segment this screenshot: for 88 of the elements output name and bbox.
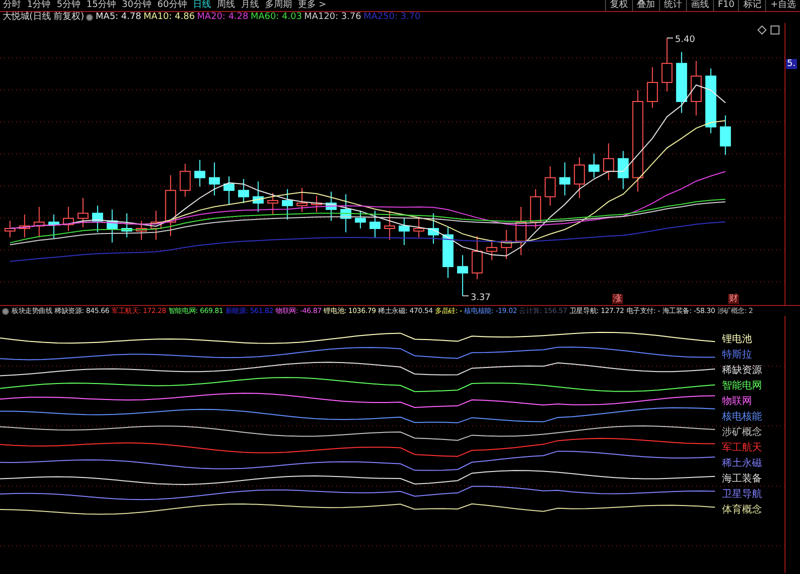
candle (340, 194, 352, 233)
candle (34, 206, 45, 238)
candle (413, 216, 424, 238)
sector-curve-label: 稀土永磁 (722, 458, 762, 469)
candle (442, 226, 454, 279)
high-price-label: 5.40 (675, 35, 696, 45)
settings-icon[interactable] (2, 308, 10, 316)
low-price-label: 3.37 (470, 292, 491, 303)
candle (428, 212, 439, 244)
sector-curve-label: 涉矿概念 (722, 427, 762, 438)
period-tab[interactable]: 15分钟 (83, 0, 119, 11)
candle (662, 38, 672, 92)
ma-reading: MA250: 3.70 (363, 12, 421, 23)
candle (224, 176, 234, 205)
candle (354, 210, 366, 229)
ma-reading: MA60: 4.03 (250, 12, 302, 23)
candle (370, 210, 380, 238)
candle (92, 205, 104, 233)
sector-curve-label: 卫星导航 (722, 489, 762, 500)
toolbar-button[interactable]: F10 (712, 0, 738, 11)
stock-title: 大悦城(日线 前复权) (2, 12, 84, 23)
candle (544, 166, 556, 206)
period-tab[interactable]: 30分钟 (118, 0, 154, 11)
axis-price-tag: 5. (786, 59, 797, 69)
candle (603, 142, 614, 181)
candle (705, 68, 716, 134)
ma-reading: MA120: 3.76 (304, 12, 362, 23)
sector-curve-label: 特斯拉 (722, 350, 752, 360)
candle (267, 192, 278, 216)
candle (165, 174, 176, 237)
candle (106, 208, 118, 243)
toolbar-button[interactable]: 复权 (604, 0, 632, 11)
period-tab[interactable]: 1分钟 (24, 0, 54, 11)
candle (646, 66, 658, 108)
candle (457, 254, 468, 296)
period-tab[interactable]: 多周期 (262, 0, 295, 11)
candle (62, 206, 74, 232)
diamond-icon[interactable] (757, 25, 767, 35)
sector-curve-label: 稀缺资源 (722, 365, 762, 376)
candle (472, 236, 483, 280)
candle (48, 214, 60, 240)
sector-curve-label: 海工装备 (722, 474, 762, 484)
candle (720, 114, 731, 156)
event-marker: 财 (728, 294, 739, 304)
candle (78, 198, 88, 228)
candle (398, 218, 410, 246)
candle (588, 153, 600, 178)
period-tab[interactable]: 5分钟 (54, 0, 84, 11)
sector-curve-label: 体育概念 (722, 504, 762, 516)
candle (500, 229, 512, 260)
candle (676, 51, 688, 114)
candle (238, 178, 250, 204)
period-tab[interactable]: 60分钟 (154, 0, 190, 11)
candle (384, 210, 396, 240)
candle (311, 194, 322, 212)
candle (208, 162, 220, 196)
candle (296, 187, 308, 212)
sector-curve-label: 军工航天 (722, 442, 762, 454)
candle (252, 181, 264, 212)
candle (150, 210, 162, 240)
candle (574, 156, 585, 199)
ma-reading: MA5: 4.78 (96, 12, 142, 23)
candle (559, 162, 570, 196)
candle (282, 188, 293, 220)
settings-icon[interactable] (86, 14, 94, 22)
square-icon[interactable] (770, 26, 780, 34)
candle (194, 159, 206, 188)
event-marker: 涨 (612, 294, 623, 304)
candle (530, 188, 542, 229)
toolbar-button[interactable]: 标记 (738, 0, 766, 11)
sector-curve-label: 物联网 (722, 396, 752, 407)
candle (180, 163, 191, 198)
period-tab[interactable]: 更多 > (294, 0, 330, 11)
candle (690, 60, 702, 116)
sector-curve-label: 锂电池 (722, 334, 752, 345)
leader-line (462, 295, 470, 296)
sector-curve-label: 核电核能 (722, 412, 762, 422)
candle (121, 212, 132, 238)
candle (19, 214, 30, 238)
candle (326, 191, 337, 222)
candle (136, 220, 147, 240)
candle (618, 150, 629, 190)
candle (516, 206, 526, 256)
sector-curve-label: 智能电网 (722, 380, 762, 392)
ma-reading: MA10: 4.86 (143, 12, 195, 23)
candle (4, 220, 16, 238)
ma-reading: MA20: 4.28 (197, 12, 248, 23)
candle (486, 239, 498, 261)
